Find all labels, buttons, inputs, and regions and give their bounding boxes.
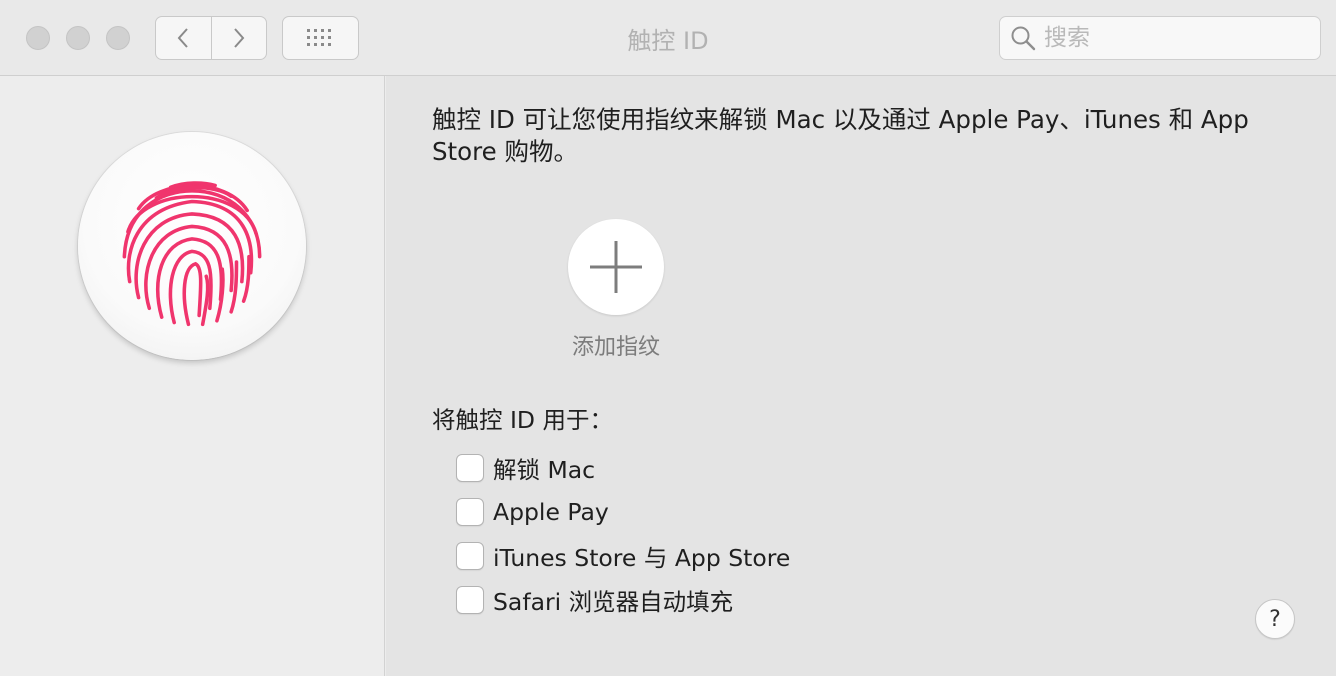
add-fingerprint-label: 添加指纹 xyxy=(571,335,660,360)
show-all-button[interactable] xyxy=(282,16,359,60)
description-text: 触控 ID 可让您使用指纹来解锁 Mac 以及通过 Apple Pay、iTun… xyxy=(432,105,1249,166)
fingerprint-icon xyxy=(122,181,262,327)
navigation-buttons xyxy=(155,16,267,60)
option-itunes-app-store[interactable]: iTunes Store 与 App Store xyxy=(456,534,790,578)
sidebar xyxy=(0,76,385,676)
option-safari-autofill[interactable]: Safari 浏览器自动填充 xyxy=(456,578,790,622)
plus-icon xyxy=(590,241,642,293)
search-field[interactable] xyxy=(999,16,1321,60)
help-button[interactable]: ? xyxy=(1255,599,1295,639)
search-icon xyxy=(1011,26,1036,51)
use-for-options: 解锁 Mac Apple Pay iTunes Store 与 App Stor… xyxy=(456,446,790,622)
checkbox[interactable] xyxy=(456,454,484,482)
back-button[interactable] xyxy=(156,17,211,59)
chevron-left-icon xyxy=(177,28,188,48)
option-unlock-mac[interactable]: 解锁 Mac xyxy=(456,446,790,490)
title-bar: 触控 ID xyxy=(0,0,1336,76)
grid-icon xyxy=(306,29,331,46)
zoom-button[interactable] xyxy=(106,26,130,50)
checkbox[interactable] xyxy=(456,498,484,526)
option-apple-pay[interactable]: Apple Pay xyxy=(456,490,790,534)
search-input[interactable] xyxy=(1044,25,1304,51)
forward-button[interactable] xyxy=(210,17,267,59)
option-label: Apple Pay xyxy=(493,498,609,526)
touch-id-badge xyxy=(78,132,306,360)
add-fingerprint: 添加指纹 xyxy=(546,219,686,361)
minimize-button[interactable] xyxy=(66,26,90,50)
add-fingerprint-button[interactable] xyxy=(568,219,664,315)
checkbox[interactable] xyxy=(456,542,484,570)
main-panel: 触控 ID 可让您使用指纹来解锁 Mac 以及通过 Apple Pay、iTun… xyxy=(386,76,1336,676)
chevron-right-icon xyxy=(234,28,245,48)
checkbox[interactable] xyxy=(456,586,484,614)
option-label: 解锁 Mac xyxy=(493,456,596,484)
use-for-heading: 将触控 ID 用于： xyxy=(432,406,613,434)
option-label: iTunes Store 与 App Store xyxy=(493,544,791,572)
option-label: Safari 浏览器自动填充 xyxy=(493,588,734,616)
close-button[interactable] xyxy=(26,26,50,50)
